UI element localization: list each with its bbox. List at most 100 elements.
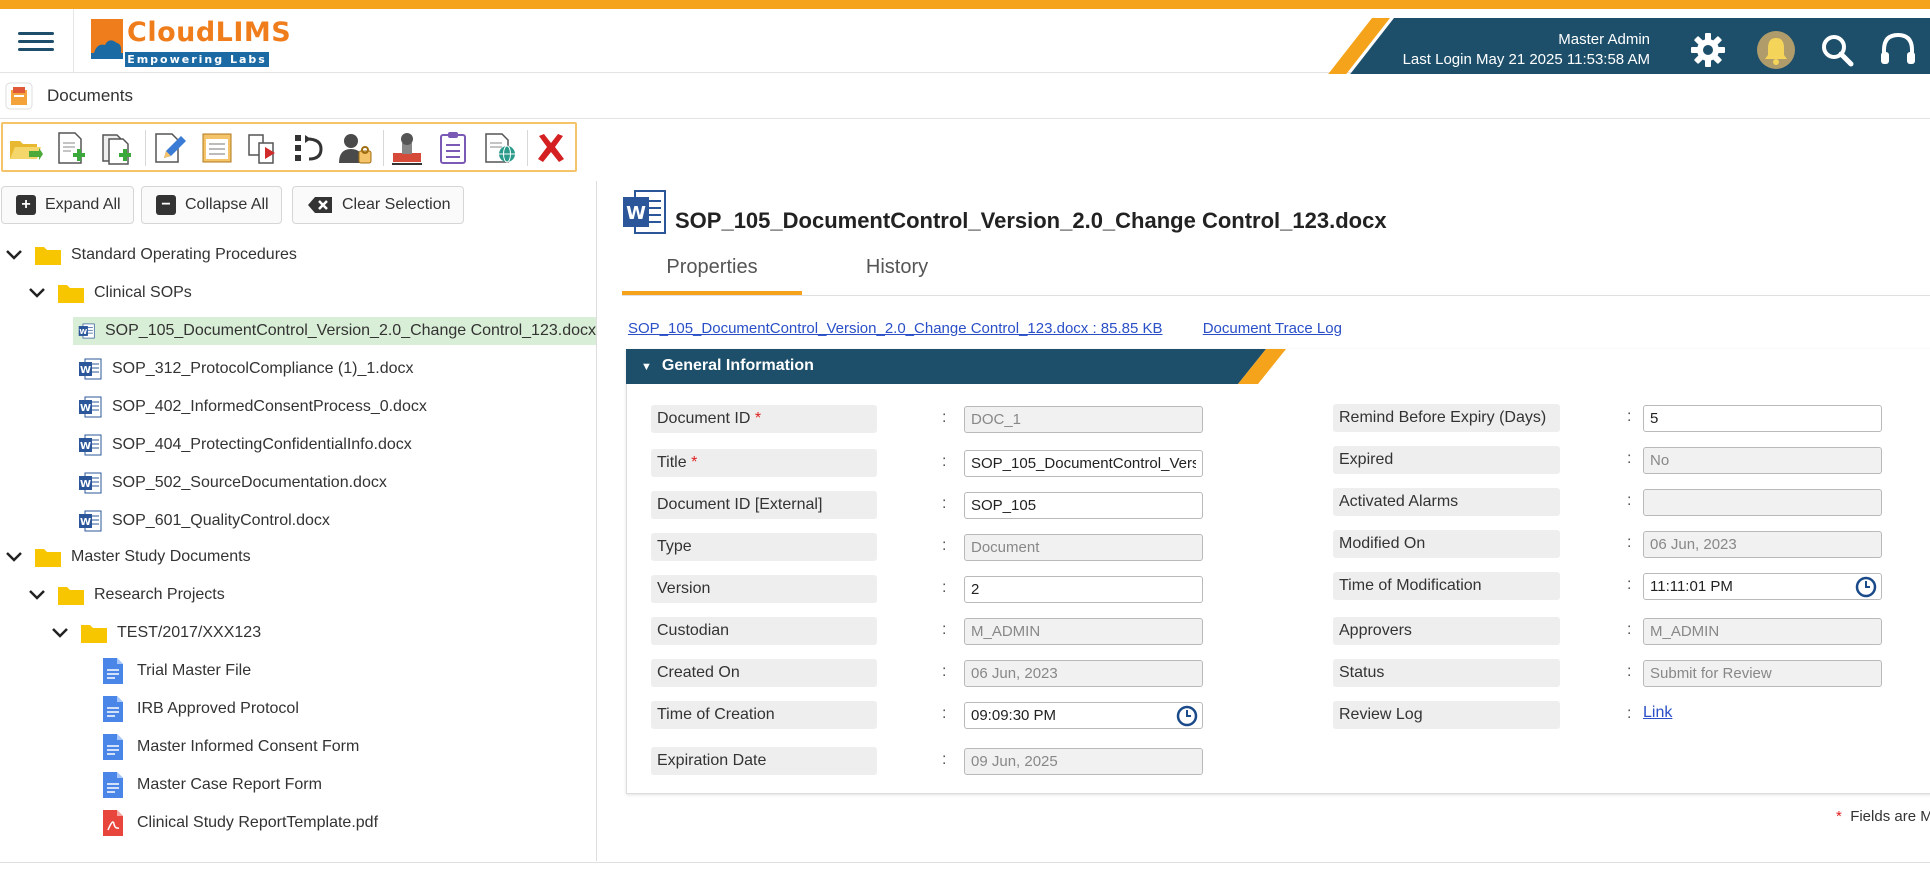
- copy-document-icon[interactable]: [99, 131, 135, 165]
- search-icon[interactable]: [1817, 30, 1857, 70]
- chevron-down-icon[interactable]: [5, 246, 23, 264]
- sign-document-icon[interactable]: [389, 131, 425, 165]
- assign-user-icon[interactable]: [337, 131, 373, 165]
- pdf-file-icon: [103, 810, 123, 836]
- time-of-creation-field[interactable]: [964, 702, 1203, 729]
- toolbar-separator: [527, 130, 528, 166]
- document-file-icon: [103, 772, 123, 798]
- label-document-id-external: Document ID [External]: [651, 491, 877, 519]
- tree-file-label: SOP_402_InformedConsentProcess_0.docx: [112, 398, 427, 415]
- time-of-modification-field[interactable]: [1643, 573, 1882, 600]
- open-folder-icon[interactable]: [7, 131, 43, 165]
- field-colon: :: [1627, 450, 1632, 467]
- custodian-field[interactable]: [964, 618, 1203, 645]
- tree-file-label: SOP_312_ProtocolCompliance (1)_1.docx: [112, 360, 414, 377]
- field-colon: :: [942, 537, 947, 554]
- tree-folder-research[interactable]: Research Projects: [28, 581, 225, 609]
- delete-icon[interactable]: [533, 131, 569, 165]
- file-download-link[interactable]: SOP_105_DocumentControl_Version_2.0_Chan…: [628, 320, 1163, 337]
- support-headset-icon[interactable]: [1878, 30, 1918, 70]
- web-document-icon[interactable]: [481, 131, 517, 165]
- label-custodian: Custodian: [651, 617, 877, 645]
- tree-file[interactable]: Clinical Study ReportTemplate.pdf: [103, 809, 378, 837]
- tree-file[interactable]: W SOP_404_ProtectingConfidentialInfo.doc…: [78, 431, 412, 459]
- edit-document-icon[interactable]: [151, 131, 187, 165]
- label-time-of-creation: Time of Creation: [651, 701, 877, 729]
- modified-on-field[interactable]: [1643, 531, 1882, 558]
- document-toolbar: [1, 122, 577, 172]
- collapse-all-button[interactable]: − Collapse All: [141, 186, 282, 224]
- type-field[interactable]: [964, 534, 1203, 561]
- label-version: Version: [651, 575, 877, 603]
- properties-icon[interactable]: [199, 131, 235, 165]
- remind-before-expiry-field[interactable]: [1643, 405, 1882, 432]
- title-field[interactable]: [964, 450, 1203, 477]
- activated-alarms-field[interactable]: [1643, 489, 1882, 516]
- folder-icon: [35, 549, 61, 567]
- menu-icon[interactable]: [16, 27, 56, 57]
- tree-file-selected[interactable]: W SOP_105_DocumentControl_Version_2.0_Ch…: [73, 317, 596, 345]
- clear-selection-button[interactable]: Clear Selection: [292, 186, 464, 224]
- tree-folder-clinical[interactable]: Clinical SOPs: [28, 279, 192, 307]
- expand-all-button[interactable]: + Expand All: [1, 186, 134, 224]
- tree-folder-test[interactable]: TEST/2017/XXX123: [51, 619, 261, 647]
- move-document-icon[interactable]: [245, 131, 281, 165]
- document-tabs: Properties History: [622, 241, 1930, 296]
- minus-icon: −: [156, 195, 176, 215]
- clock-icon[interactable]: [1176, 705, 1198, 727]
- review-log-link[interactable]: Link: [1643, 704, 1672, 722]
- tree-file[interactable]: W SOP_502_SourceDocumentation.docx: [78, 469, 387, 497]
- toolbar-separator: [145, 130, 146, 166]
- bottom-divider: [0, 862, 1930, 863]
- created-on-field[interactable]: [964, 660, 1203, 687]
- tree-folder-sop[interactable]: Standard Operating Procedures: [5, 241, 297, 269]
- clear-selection-label: Clear Selection: [342, 196, 451, 213]
- notification-bell-icon[interactable]: [1756, 30, 1796, 70]
- add-document-icon[interactable]: [53, 131, 89, 165]
- tree-file[interactable]: Trial Master File: [103, 657, 251, 685]
- version-field[interactable]: [964, 576, 1203, 603]
- field-colon: :: [1627, 492, 1632, 509]
- tree-file[interactable]: W SOP_402_InformedConsentProcess_0.docx: [78, 393, 427, 421]
- checklist-icon[interactable]: [435, 131, 471, 165]
- chevron-down-icon[interactable]: [28, 284, 46, 302]
- approvers-field[interactable]: [1643, 618, 1882, 645]
- chevron-down-icon[interactable]: [28, 586, 46, 604]
- app-logo[interactable]: CloudLIMS Empowering Labs: [91, 17, 291, 67]
- logo-wordmark: CloudLIMS: [127, 17, 292, 48]
- svg-text:W: W: [80, 365, 91, 376]
- label-activated-alarms: Activated Alarms: [1333, 488, 1560, 516]
- clock-icon[interactable]: [1855, 576, 1877, 598]
- expired-field[interactable]: [1643, 447, 1882, 474]
- tab-history[interactable]: History: [802, 249, 992, 295]
- chevron-down-icon[interactable]: [51, 624, 69, 642]
- chevron-down-icon[interactable]: [5, 548, 23, 566]
- tree-file[interactable]: Master Informed Consent Form: [103, 733, 359, 761]
- folder-icon: [58, 285, 84, 303]
- document-trace-log-link[interactable]: Document Trace Log: [1203, 320, 1342, 337]
- version-icon[interactable]: [291, 131, 327, 165]
- expiration-date-field[interactable]: [964, 748, 1203, 775]
- tree-folder-master[interactable]: Master Study Documents: [5, 543, 251, 571]
- label-expired: Expired: [1333, 446, 1560, 474]
- tree-file[interactable]: W SOP_601_QualityControl.docx: [78, 507, 330, 535]
- tree-file[interactable]: Master Case Report Form: [103, 771, 322, 799]
- section-toggle[interactable]: ▼ General Information: [641, 357, 814, 375]
- document-id-external-field[interactable]: [964, 492, 1203, 519]
- label-type: Type: [651, 533, 877, 561]
- word-file-icon: W: [78, 323, 95, 339]
- svg-text:W: W: [79, 327, 87, 336]
- settings-gear-icon[interactable]: [1688, 30, 1728, 70]
- word-file-icon: W: [79, 472, 102, 494]
- document-file-icon: [103, 658, 123, 684]
- user-panel: Master Admin Last Login May 21 2025 11:5…: [1282, 18, 1930, 82]
- status-field[interactable]: [1643, 660, 1882, 687]
- tree-file[interactable]: W SOP_312_ProtocolCompliance (1)_1.docx: [78, 355, 414, 383]
- word-file-icon: W: [79, 510, 102, 532]
- tab-properties[interactable]: Properties: [622, 249, 802, 295]
- document-id-field[interactable]: [964, 406, 1203, 433]
- last-login-text: Last Login May 21 2025 11:53:58 AM: [1402, 51, 1650, 68]
- tree-file[interactable]: IRB Approved Protocol: [103, 695, 299, 723]
- logo-tagline: Empowering Labs: [125, 52, 269, 67]
- header-accent-stripe: [0, 0, 1930, 9]
